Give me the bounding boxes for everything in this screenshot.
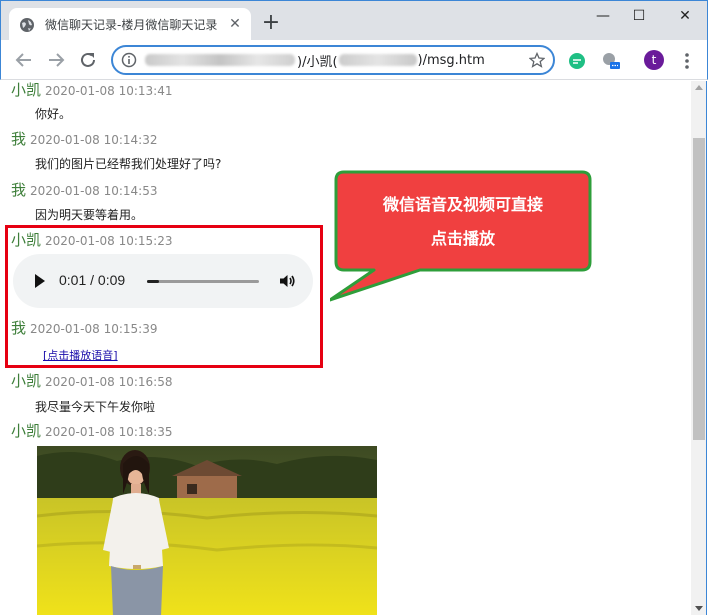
reload-icon[interactable] — [77, 49, 99, 71]
message-time: 2020-01-08 10:18:35 — [45, 425, 173, 439]
browser-toolbar: )/小凯( )/msg.htm t — [0, 40, 708, 80]
close-tab-icon[interactable]: ✕ — [227, 16, 243, 32]
scroll-down-arrow-icon[interactable] — [695, 606, 703, 611]
photo-girl-in-field-image — [37, 446, 377, 615]
message-time: 2020-01-08 10:14:32 — [30, 133, 158, 147]
message-time: 2020-01-08 10:14:53 — [30, 184, 158, 198]
message-time: 2020-01-08 10:16:58 — [45, 375, 173, 389]
chat-extension-icon[interactable] — [567, 51, 587, 71]
address-bar[interactable]: )/小凯( )/msg.htm — [111, 45, 555, 75]
message-header: 小凯 2020-01-08 10:18:35 — [11, 420, 172, 441]
url-redacted-segment — [338, 54, 417, 66]
new-tab-button[interactable]: + — [261, 12, 281, 34]
scrollbar-thumb[interactable] — [693, 138, 705, 440]
callout-line-1: 微信语音及视频可直接 — [382, 195, 543, 214]
scroll-up-arrow-icon[interactable] — [695, 85, 703, 90]
close-window-button[interactable]: ✕ — [665, 5, 705, 27]
callout-text: 微信语音及视频可直接 点击播放 — [338, 188, 588, 256]
url-text-part-2: )/msg.htm — [417, 52, 485, 68]
message-text: 我尽量今天下午发你啦 — [35, 400, 156, 414]
message-header: 小凯 2020-01-08 10:13:41 — [11, 81, 172, 100]
message-header: 我 2020-01-08 10:14:53 — [11, 179, 157, 200]
back-arrow-icon[interactable] — [13, 49, 35, 71]
sender-name: 小凯 — [11, 372, 42, 390]
comment-extension-icon[interactable] — [601, 51, 621, 71]
message-text: 你好。 — [35, 107, 72, 121]
chat-photo[interactable] — [37, 446, 377, 615]
highlight-box — [5, 225, 323, 368]
sender-name: 小凯 — [11, 81, 42, 99]
url-text-part-1: )/小凯( — [297, 54, 338, 70]
sender-name: 小凯 — [11, 422, 42, 440]
message-time: 2020-01-08 10:13:41 — [45, 84, 173, 98]
message-text: 我们的图片已经帮我们处理好了吗? — [35, 157, 222, 171]
tab-wechat-records[interactable]: 微信聊天记录-楼月微信聊天记录 ✕ — [9, 8, 251, 41]
maximize-button[interactable]: ☐ — [619, 5, 659, 27]
globe-icon — [20, 17, 34, 32]
profile-avatar[interactable]: t — [644, 50, 664, 70]
tab-strip: 微信聊天记录-楼月微信聊天记录 ✕ + — ☐ ✕ — [0, 0, 708, 41]
info-icon[interactable] — [121, 52, 137, 68]
page-content: 小凯 2020-01-08 10:13:41 你好。 我 2020-01-08 10… — [1, 81, 691, 615]
sender-name: 我 — [11, 181, 27, 199]
message-text: 因为明天要等着用。 — [35, 208, 144, 222]
minimize-button[interactable]: — — [583, 5, 623, 27]
sender-name: 我 — [11, 130, 27, 148]
callout-line-2: 点击播放 — [430, 229, 495, 248]
message-header: 我 2020-01-08 10:14:32 — [11, 128, 157, 149]
menu-kebab-icon[interactable] — [677, 51, 697, 71]
bookmark-star-icon[interactable] — [529, 52, 545, 68]
url-redacted-segment — [145, 54, 295, 66]
forward-arrow-icon[interactable] — [45, 49, 67, 71]
message-header: 小凯 2020-01-08 10:16:58 — [11, 370, 172, 391]
vertical-scrollbar[interactable] — [691, 81, 707, 615]
tab-title: 微信聊天记录-楼月微信聊天记录 — [45, 18, 218, 32]
